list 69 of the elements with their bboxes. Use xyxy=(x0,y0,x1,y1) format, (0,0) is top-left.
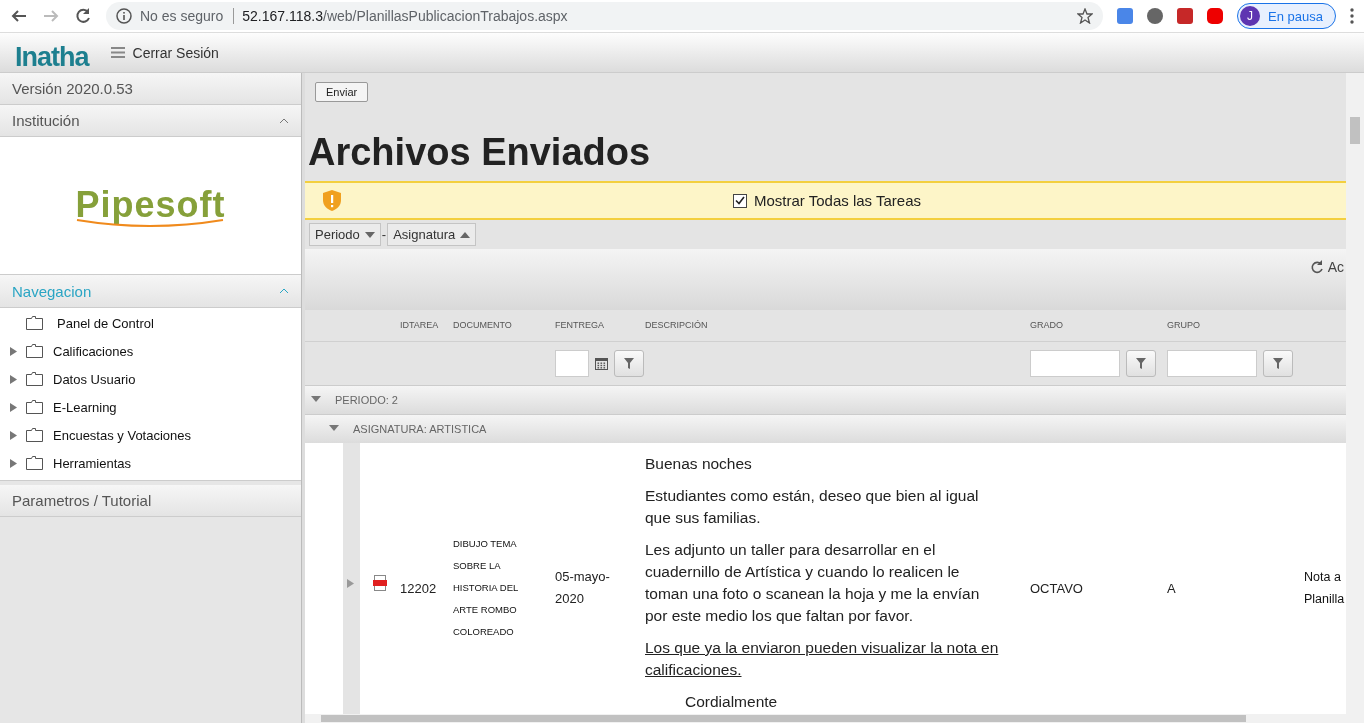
folder-icon xyxy=(26,316,43,330)
description-paragraph: Estudiantes como están, deseo que bien al igual que sus familias. xyxy=(645,486,980,528)
group-row[interactable]: PERIODO: 2 xyxy=(305,384,1346,414)
nav-item[interactable]: Calificaciones xyxy=(0,337,301,365)
text-filter-field[interactable] xyxy=(1030,349,1120,377)
folder-icon xyxy=(26,344,43,358)
horizontal-scrollbar[interactable] xyxy=(305,714,1346,723)
group-row[interactable]: ASIGNATURA: ARTISTICA xyxy=(305,413,1346,443)
url-text: 52.167.118.3/web/PlanillasPublicacionTrabajos.aspx xyxy=(242,8,568,24)
institution-header[interactable]: Institución xyxy=(0,105,301,137)
page-title: Archivos Enviados xyxy=(308,130,652,175)
filter-icon xyxy=(1273,357,1283,369)
refresh-button[interactable]: Ac xyxy=(1309,259,1344,276)
jpg-file-icon[interactable] xyxy=(373,575,387,591)
nav-item[interactable]: Panel de Control xyxy=(0,309,301,337)
info-icon xyxy=(116,8,132,24)
filter-button[interactable] xyxy=(614,349,644,377)
description-paragraph: Los que ya la enviaron pueden visualizar la nota en calificaciones. xyxy=(645,638,1000,680)
table-cell-text: Nota a Planilla xyxy=(1303,569,1346,608)
column-header[interactable]: GRUPO xyxy=(1160,320,1297,331)
column-header[interactable]: IDTAREA xyxy=(393,320,446,331)
text-filter-field[interactable] xyxy=(1167,349,1257,377)
column-header[interactable]: GRADO xyxy=(1023,320,1160,331)
calendar-icon[interactable] xyxy=(595,356,608,370)
refresh-icon xyxy=(1309,260,1324,275)
filter-button[interactable] xyxy=(1126,349,1156,377)
warning-shield-icon xyxy=(323,190,341,211)
filter-icon xyxy=(1136,357,1146,369)
group-chip[interactable]: Periodo xyxy=(309,223,381,247)
table-cell-text: 05-mayo-2020 xyxy=(554,568,611,608)
chip-separator: - xyxy=(381,227,387,243)
institution-logo: Pipesoft xyxy=(75,183,226,228)
reload-icon[interactable] xyxy=(74,7,92,25)
folder-icon xyxy=(26,456,43,470)
description-paragraph: Buenas noches xyxy=(645,454,753,474)
nav-item[interactable]: Herramientas xyxy=(0,449,301,477)
show-all-tasks-checkbox[interactable]: Mostrar Todas las Tareas xyxy=(733,192,922,209)
version-label: Versión 2020.0.53 xyxy=(12,80,133,97)
column-header[interactable]: DESCRIPCIÓN xyxy=(638,320,1023,331)
nav-item[interactable]: Datos Usuario xyxy=(0,365,301,393)
table-cell-text: OCTAVO xyxy=(1029,580,1084,596)
logout-menu-button[interactable]: Cerrar Sesión xyxy=(110,44,219,61)
vertical-scrollbar[interactable] xyxy=(1346,73,1364,723)
menu-icon xyxy=(110,47,125,58)
star-icon[interactable] xyxy=(1077,8,1094,24)
folder-icon xyxy=(26,400,43,414)
profile-button[interactable]: J En pausa xyxy=(1237,3,1336,29)
address-bar[interactable]: No es seguro 52.167.118.3/web/PlanillasPublicacionTrabajos.aspx xyxy=(106,2,1104,30)
folder-icon xyxy=(26,428,43,442)
checkmark-icon xyxy=(735,196,745,205)
app-logo: Inatha xyxy=(15,42,89,72)
folder-icon xyxy=(26,372,43,386)
security-label: No es seguro xyxy=(140,8,235,24)
description-paragraph: Cordialmente xyxy=(684,692,779,712)
description-paragraph: Les adjunto un taller para desarrollar en el cuadernillo de Artística y cuando lo realicen le toman una foto o scanean la hoja y me la envían por este medio los que faltan por favor. xyxy=(645,540,981,626)
nav-item[interactable]: Encuestas y Votaciones xyxy=(0,421,301,449)
nav-item[interactable]: E-Learning xyxy=(0,393,301,421)
filter-icon xyxy=(624,357,634,369)
send-button[interactable]: Enviar xyxy=(315,82,369,102)
more-icon[interactable] xyxy=(1350,8,1354,24)
column-header[interactable]: FENTREGA xyxy=(548,320,638,331)
table-cell-text: 12202 xyxy=(399,580,438,596)
column-header[interactable]: DOCUMENTO xyxy=(446,320,548,331)
filter-button[interactable] xyxy=(1263,349,1293,377)
tutorial-header[interactable]: Parametros / Tutorial xyxy=(0,485,301,517)
table-cell-text: DIBUJO TEMA SOBRE LA HISTORIA DEL ARTE ROMBO COLOREADO xyxy=(452,537,520,639)
table-cell-text: A xyxy=(1166,580,1177,596)
date-filter-field[interactable] xyxy=(555,349,589,377)
group-chip[interactable]: Asignatura xyxy=(387,223,477,247)
